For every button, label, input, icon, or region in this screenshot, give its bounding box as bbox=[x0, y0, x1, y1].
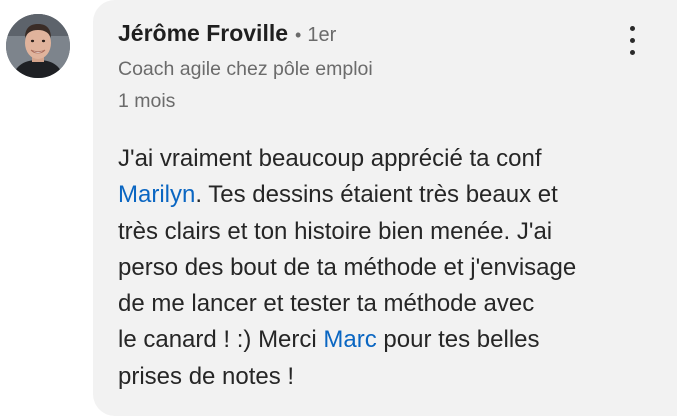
mention-link[interactable]: Marc bbox=[323, 326, 376, 353]
comment-line: le canard ! :) Merci Marc pour tes belle… bbox=[118, 322, 668, 358]
separator-dot: • bbox=[295, 25, 302, 45]
connection-degree: 1er bbox=[307, 24, 337, 46]
comment-text-fragment: le canard ! :) Merci bbox=[118, 326, 324, 354]
author-name[interactable]: Jérôme Froville bbox=[118, 20, 288, 47]
comment-text: J'ai vraiment beaucoup apprécié ta conf … bbox=[118, 141, 668, 395]
author-headline: Coach agile chez pôle emploi bbox=[118, 58, 373, 80]
comment-line: très clairs et ton histoire bien menée. … bbox=[118, 217, 553, 245]
comment-line: J'ai vraiment beaucoup apprécié ta conf bbox=[118, 145, 542, 172]
comment-line: perso des bout de ta méthode et j'envisa… bbox=[118, 253, 577, 281]
comment-text-fragment: . Tes dessins étaient très beaux et bbox=[195, 181, 558, 209]
profile-photo bbox=[6, 14, 70, 78]
mention-link[interactable]: Marilyn bbox=[118, 181, 195, 208]
more-options-button[interactable] bbox=[618, 24, 648, 58]
comment-line: prises de notes ! bbox=[118, 362, 295, 390]
comment-timestamp: 1 mois bbox=[118, 90, 176, 112]
comment-text-fragment: pour tes belles bbox=[376, 326, 540, 354]
comment-line: de me lancer et tester ta méthode avec bbox=[118, 290, 535, 318]
avatar[interactable] bbox=[6, 14, 70, 78]
author-row: Jérôme Froville • 1er bbox=[118, 20, 336, 50]
comment-line: Marilyn. Tes dessins étaient très beaux … bbox=[118, 177, 668, 213]
